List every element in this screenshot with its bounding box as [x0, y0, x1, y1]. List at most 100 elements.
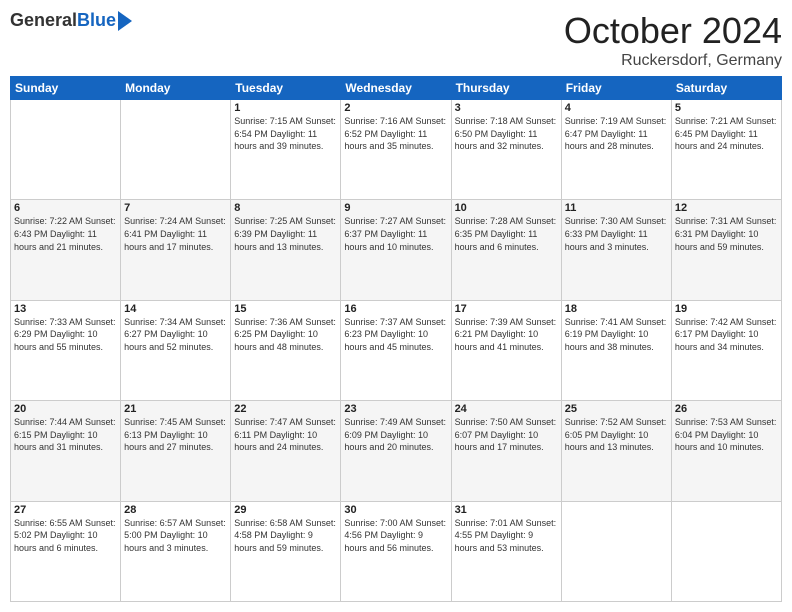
day-num-w1-d1: 7: [124, 202, 227, 214]
title-block: October 2024 Ruckersdorf, Germany: [564, 10, 782, 70]
day-info-w1-d1: Sunrise: 7:24 AM Sunset: 6:41 PM Dayligh…: [124, 215, 227, 253]
header-saturday: Saturday: [671, 77, 781, 100]
header: General Blue October 2024 Ruckersdorf, G…: [10, 10, 782, 70]
day-num-w2-d6: 19: [675, 303, 778, 315]
day-num-w0-d4: 3: [455, 102, 558, 114]
header-friday: Friday: [561, 77, 671, 100]
header-wednesday: Wednesday: [341, 77, 451, 100]
logo-arrow-icon: [118, 11, 132, 31]
day-info-w1-d6: Sunrise: 7:31 AM Sunset: 6:31 PM Dayligh…: [675, 215, 778, 253]
day-info-w0-d6: Sunrise: 7:21 AM Sunset: 6:45 PM Dayligh…: [675, 115, 778, 153]
day-num-w1-d4: 10: [455, 202, 558, 214]
day-num-w0-d3: 2: [344, 102, 447, 114]
cell-w0-d1: [121, 100, 231, 200]
day-num-w2-d3: 16: [344, 303, 447, 315]
header-sunday: Sunday: [11, 77, 121, 100]
day-num-w1-d2: 8: [234, 202, 337, 214]
cell-w3-d5: 25Sunrise: 7:52 AM Sunset: 6:05 PM Dayli…: [561, 401, 671, 501]
cell-w0-d6: 5Sunrise: 7:21 AM Sunset: 6:45 PM Daylig…: [671, 100, 781, 200]
cell-w4-d6: [671, 501, 781, 601]
day-num-w2-d0: 13: [14, 303, 117, 315]
day-info-w3-d3: Sunrise: 7:49 AM Sunset: 6:09 PM Dayligh…: [344, 416, 447, 454]
day-num-w3-d2: 22: [234, 403, 337, 415]
week-row-4: 27Sunrise: 6:55 AM Sunset: 5:02 PM Dayli…: [11, 501, 782, 601]
day-info-w2-d5: Sunrise: 7:41 AM Sunset: 6:19 PM Dayligh…: [565, 316, 668, 354]
cell-w0-d3: 2Sunrise: 7:16 AM Sunset: 6:52 PM Daylig…: [341, 100, 451, 200]
day-info-w1-d4: Sunrise: 7:28 AM Sunset: 6:35 PM Dayligh…: [455, 215, 558, 253]
day-info-w3-d4: Sunrise: 7:50 AM Sunset: 6:07 PM Dayligh…: [455, 416, 558, 454]
day-info-w2-d4: Sunrise: 7:39 AM Sunset: 6:21 PM Dayligh…: [455, 316, 558, 354]
day-num-w4-d1: 28: [124, 504, 227, 516]
day-num-w2-d4: 17: [455, 303, 558, 315]
logo: General Blue: [10, 10, 132, 31]
day-num-w2-d5: 18: [565, 303, 668, 315]
day-info-w4-d0: Sunrise: 6:55 AM Sunset: 5:02 PM Dayligh…: [14, 517, 117, 555]
cell-w2-d6: 19Sunrise: 7:42 AM Sunset: 6:17 PM Dayli…: [671, 300, 781, 400]
cell-w0-d0: [11, 100, 121, 200]
cell-w2-d2: 15Sunrise: 7:36 AM Sunset: 6:25 PM Dayli…: [231, 300, 341, 400]
week-row-2: 13Sunrise: 7:33 AM Sunset: 6:29 PM Dayli…: [11, 300, 782, 400]
day-info-w2-d6: Sunrise: 7:42 AM Sunset: 6:17 PM Dayligh…: [675, 316, 778, 354]
day-num-w4-d4: 31: [455, 504, 558, 516]
cell-w2-d0: 13Sunrise: 7:33 AM Sunset: 6:29 PM Dayli…: [11, 300, 121, 400]
day-num-w2-d1: 14: [124, 303, 227, 315]
day-num-w1-d5: 11: [565, 202, 668, 214]
day-num-w1-d0: 6: [14, 202, 117, 214]
cell-w2-d5: 18Sunrise: 7:41 AM Sunset: 6:19 PM Dayli…: [561, 300, 671, 400]
day-info-w2-d3: Sunrise: 7:37 AM Sunset: 6:23 PM Dayligh…: [344, 316, 447, 354]
cell-w1-d4: 10Sunrise: 7:28 AM Sunset: 6:35 PM Dayli…: [451, 200, 561, 300]
header-monday: Monday: [121, 77, 231, 100]
day-num-w3-d5: 25: [565, 403, 668, 415]
cell-w0-d2: 1Sunrise: 7:15 AM Sunset: 6:54 PM Daylig…: [231, 100, 341, 200]
day-info-w3-d1: Sunrise: 7:45 AM Sunset: 6:13 PM Dayligh…: [124, 416, 227, 454]
cell-w3-d1: 21Sunrise: 7:45 AM Sunset: 6:13 PM Dayli…: [121, 401, 231, 501]
day-num-w3-d0: 20: [14, 403, 117, 415]
cell-w1-d6: 12Sunrise: 7:31 AM Sunset: 6:31 PM Dayli…: [671, 200, 781, 300]
cell-w4-d1: 28Sunrise: 6:57 AM Sunset: 5:00 PM Dayli…: [121, 501, 231, 601]
cell-w4-d5: [561, 501, 671, 601]
cell-w1-d5: 11Sunrise: 7:30 AM Sunset: 6:33 PM Dayli…: [561, 200, 671, 300]
day-num-w3-d4: 24: [455, 403, 558, 415]
cell-w0-d4: 3Sunrise: 7:18 AM Sunset: 6:50 PM Daylig…: [451, 100, 561, 200]
header-tuesday: Tuesday: [231, 77, 341, 100]
logo-blue-text: Blue: [77, 10, 116, 31]
day-info-w0-d4: Sunrise: 7:18 AM Sunset: 6:50 PM Dayligh…: [455, 115, 558, 153]
day-info-w1-d0: Sunrise: 7:22 AM Sunset: 6:43 PM Dayligh…: [14, 215, 117, 253]
cell-w0-d5: 4Sunrise: 7:19 AM Sunset: 6:47 PM Daylig…: [561, 100, 671, 200]
day-num-w4-d2: 29: [234, 504, 337, 516]
week-row-1: 6Sunrise: 7:22 AM Sunset: 6:43 PM Daylig…: [11, 200, 782, 300]
cell-w3-d2: 22Sunrise: 7:47 AM Sunset: 6:11 PM Dayli…: [231, 401, 341, 501]
day-info-w1-d5: Sunrise: 7:30 AM Sunset: 6:33 PM Dayligh…: [565, 215, 668, 253]
day-info-w3-d2: Sunrise: 7:47 AM Sunset: 6:11 PM Dayligh…: [234, 416, 337, 454]
day-info-w3-d0: Sunrise: 7:44 AM Sunset: 6:15 PM Dayligh…: [14, 416, 117, 454]
title-month: October 2024: [564, 10, 782, 52]
cell-w4-d3: 30Sunrise: 7:00 AM Sunset: 4:56 PM Dayli…: [341, 501, 451, 601]
cell-w3-d3: 23Sunrise: 7:49 AM Sunset: 6:09 PM Dayli…: [341, 401, 451, 501]
day-num-w1-d6: 12: [675, 202, 778, 214]
logo-general-text: General: [10, 10, 77, 31]
calendar-table: Sunday Monday Tuesday Wednesday Thursday…: [10, 76, 782, 602]
day-num-w3-d1: 21: [124, 403, 227, 415]
day-info-w1-d2: Sunrise: 7:25 AM Sunset: 6:39 PM Dayligh…: [234, 215, 337, 253]
day-info-w0-d5: Sunrise: 7:19 AM Sunset: 6:47 PM Dayligh…: [565, 115, 668, 153]
cell-w1-d1: 7Sunrise: 7:24 AM Sunset: 6:41 PM Daylig…: [121, 200, 231, 300]
week-row-0: 1Sunrise: 7:15 AM Sunset: 6:54 PM Daylig…: [11, 100, 782, 200]
day-num-w4-d3: 30: [344, 504, 447, 516]
cell-w3-d0: 20Sunrise: 7:44 AM Sunset: 6:15 PM Dayli…: [11, 401, 121, 501]
cell-w4-d0: 27Sunrise: 6:55 AM Sunset: 5:02 PM Dayli…: [11, 501, 121, 601]
header-row: Sunday Monday Tuesday Wednesday Thursday…: [11, 77, 782, 100]
day-info-w1-d3: Sunrise: 7:27 AM Sunset: 6:37 PM Dayligh…: [344, 215, 447, 253]
cell-w1-d2: 8Sunrise: 7:25 AM Sunset: 6:39 PM Daylig…: [231, 200, 341, 300]
week-row-3: 20Sunrise: 7:44 AM Sunset: 6:15 PM Dayli…: [11, 401, 782, 501]
cell-w4-d4: 31Sunrise: 7:01 AM Sunset: 4:55 PM Dayli…: [451, 501, 561, 601]
day-num-w0-d6: 5: [675, 102, 778, 114]
day-info-w2-d2: Sunrise: 7:36 AM Sunset: 6:25 PM Dayligh…: [234, 316, 337, 354]
day-num-w0-d2: 1: [234, 102, 337, 114]
day-info-w4-d1: Sunrise: 6:57 AM Sunset: 5:00 PM Dayligh…: [124, 517, 227, 555]
cell-w1-d0: 6Sunrise: 7:22 AM Sunset: 6:43 PM Daylig…: [11, 200, 121, 300]
day-info-w4-d4: Sunrise: 7:01 AM Sunset: 4:55 PM Dayligh…: [455, 517, 558, 555]
day-num-w0-d5: 4: [565, 102, 668, 114]
day-info-w3-d6: Sunrise: 7:53 AM Sunset: 6:04 PM Dayligh…: [675, 416, 778, 454]
cell-w2-d3: 16Sunrise: 7:37 AM Sunset: 6:23 PM Dayli…: [341, 300, 451, 400]
cell-w2-d1: 14Sunrise: 7:34 AM Sunset: 6:27 PM Dayli…: [121, 300, 231, 400]
